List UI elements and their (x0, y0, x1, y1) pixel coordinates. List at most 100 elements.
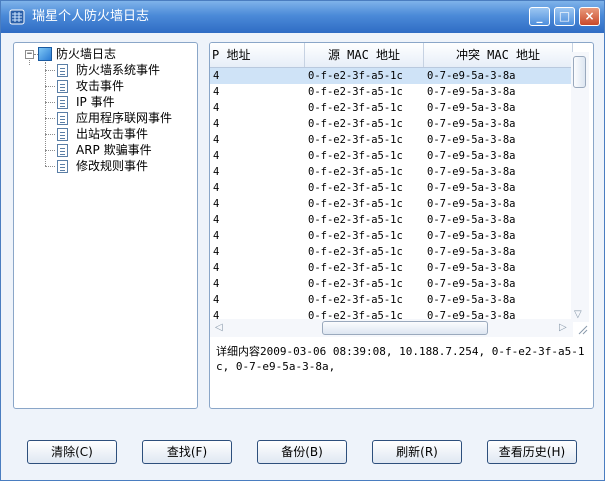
cell-source-mac: 0-f-e2-3f-a5-1c (308, 86, 403, 98)
table-row[interactable]: 4 0-f-e2-3f-a5-1c 0-7-e9-5a-3-8a (210, 228, 573, 244)
close-button[interactable]: × (579, 7, 600, 26)
cell-ip: 4 (213, 70, 220, 82)
cell-source-mac: 0-f-e2-3f-a5-1c (308, 118, 403, 130)
backup-button[interactable]: 备份(B) (257, 440, 347, 464)
scroll-down-arrow-icon[interactable]: ▽ (574, 310, 582, 320)
cell-ip: 4 (213, 214, 220, 226)
clear-button[interactable]: 清除(C) (27, 440, 117, 464)
table-row[interactable]: 4 0-f-e2-3f-a5-1c 0-7-e9-5a-3-8a (210, 180, 573, 196)
cell-ip: 4 (213, 246, 220, 258)
cell-conflict-mac: 0-7-e9-5a-3-8a (427, 214, 516, 226)
tree-item-rule-change-events[interactable]: 修改规则事件 (76, 158, 148, 174)
column-header-ip[interactable]: P 地址 (210, 43, 305, 67)
table-row[interactable]: 4 0-f-e2-3f-a5-1c 0-7-e9-5a-3-8a (210, 308, 573, 319)
cell-conflict-mac: 0-7-e9-5a-3-8a (427, 134, 516, 146)
vertical-scrollbar[interactable]: ▽ (571, 52, 589, 322)
cell-source-mac: 0-f-e2-3f-a5-1c (308, 182, 403, 194)
tree-item-system-events[interactable]: 防火墙系统事件 (76, 62, 160, 78)
find-button[interactable]: 查找(F) (142, 440, 232, 464)
cell-source-mac: 0-f-e2-3f-a5-1c (308, 198, 403, 210)
cell-conflict-mac: 0-7-e9-5a-3-8a (427, 118, 516, 130)
tree-item-outbound-attack-events[interactable]: 出站攻击事件 (76, 126, 148, 142)
table-row[interactable]: 4 0-f-e2-3f-a5-1c 0-7-e9-5a-3-8a (210, 164, 573, 180)
document-icon (57, 128, 68, 141)
horizontal-scrollbar[interactable]: ◁ ▷ (210, 319, 573, 337)
resize-grip-icon[interactable] (576, 323, 588, 335)
window-title: 瑞星个人防火墙日志 (32, 9, 150, 24)
table-row[interactable]: 4 0-f-e2-3f-a5-1c 0-7-e9-5a-3-8a (210, 212, 573, 228)
minimize-button[interactable]: _ (529, 7, 550, 26)
cell-source-mac: 0-f-e2-3f-a5-1c (308, 102, 403, 114)
cell-ip: 4 (213, 310, 220, 319)
document-icon (57, 160, 68, 173)
column-header-source-mac[interactable]: 源 MAC 地址 (305, 43, 424, 67)
cell-ip: 4 (213, 118, 220, 130)
cell-ip: 4 (213, 278, 220, 290)
cell-conflict-mac: 0-7-e9-5a-3-8a (427, 198, 516, 210)
table-row[interactable]: 4 0-f-e2-3f-a5-1c 0-7-e9-5a-3-8a (210, 276, 573, 292)
cell-ip: 4 (213, 294, 220, 306)
firewall-log-window: 瑞星个人防火墙日志 _ □ × − 防火墙日志 防火墙系统事件 攻击事件 IP … (0, 0, 605, 481)
table-row[interactable]: 4 0-f-e2-3f-a5-1c 0-7-e9-5a-3-8a (210, 100, 573, 116)
cell-ip: 4 (213, 86, 220, 98)
table-row[interactable]: 4 0-f-e2-3f-a5-1c 0-7-e9-5a-3-8a (210, 68, 573, 84)
tree-item-ip-events[interactable]: IP 事件 (76, 94, 115, 110)
collapse-toggle[interactable]: − (25, 50, 34, 59)
tree-root-label[interactable]: 防火墙日志 (56, 46, 116, 62)
table-row[interactable]: 4 0-f-e2-3f-a5-1c 0-7-e9-5a-3-8a (210, 244, 573, 260)
cell-source-mac: 0-f-e2-3f-a5-1c (308, 230, 403, 242)
cell-source-mac: 0-f-e2-3f-a5-1c (308, 246, 403, 258)
table-row[interactable]: 4 0-f-e2-3f-a5-1c 0-7-e9-5a-3-8a (210, 116, 573, 132)
cell-conflict-mac: 0-7-e9-5a-3-8a (427, 86, 516, 98)
vertical-scroll-thumb[interactable] (573, 56, 586, 88)
log-category-tree: − 防火墙日志 防火墙系统事件 攻击事件 IP 事件 应用程序联网事件 出站攻击… (13, 42, 198, 409)
scroll-right-arrow-icon[interactable]: ▷ (559, 323, 567, 333)
cell-ip: 4 (213, 262, 220, 274)
cell-ip: 4 (213, 102, 220, 114)
table-row[interactable]: 4 0-f-e2-3f-a5-1c 0-7-e9-5a-3-8a (210, 292, 573, 308)
table-row[interactable]: 4 0-f-e2-3f-a5-1c 0-7-e9-5a-3-8a (210, 148, 573, 164)
document-icon (57, 112, 68, 125)
table-row[interactable]: 4 0-f-e2-3f-a5-1c 0-7-e9-5a-3-8a (210, 260, 573, 276)
cell-conflict-mac: 0-7-e9-5a-3-8a (427, 102, 516, 114)
cell-source-mac: 0-f-e2-3f-a5-1c (308, 214, 403, 226)
table-row[interactable]: 4 0-f-e2-3f-a5-1c 0-7-e9-5a-3-8a (210, 84, 573, 100)
cell-source-mac: 0-f-e2-3f-a5-1c (308, 150, 403, 162)
cell-conflict-mac: 0-7-e9-5a-3-8a (427, 310, 516, 319)
cell-conflict-mac: 0-7-e9-5a-3-8a (427, 230, 516, 242)
table-header: P 地址 源 MAC 地址 冲突 MAC 地址 (210, 43, 573, 68)
view-history-button[interactable]: 查看历史(H) (487, 440, 577, 464)
arp-event-table: 4 0-f-e2-3f-a5-1c 0-7-e9-5a-3-8a 4 0-f-e2-3f… (210, 68, 573, 319)
maximize-button[interactable]: □ (554, 7, 575, 26)
cell-ip: 4 (213, 198, 220, 210)
scroll-left-arrow-icon[interactable]: ◁ (215, 323, 223, 333)
cell-ip: 4 (213, 166, 220, 178)
cell-conflict-mac: 0-7-e9-5a-3-8a (427, 246, 516, 258)
column-header-conflict-mac[interactable]: 冲突 MAC 地址 (424, 43, 573, 67)
cell-source-mac: 0-f-e2-3f-a5-1c (308, 310, 403, 319)
event-detail-text: 详细内容2009-03-06 08:39:08, 10.188.7.254, 0… (216, 345, 585, 373)
cell-source-mac: 0-f-e2-3f-a5-1c (308, 134, 403, 146)
horizontal-scroll-thumb[interactable] (322, 321, 488, 335)
cell-source-mac: 0-f-e2-3f-a5-1c (308, 166, 403, 178)
log-book-icon (38, 47, 52, 61)
title-bar[interactable]: 瑞星个人防火墙日志 _ □ × (1, 1, 604, 33)
document-icon (57, 80, 68, 93)
tree-item-app-network-events[interactable]: 应用程序联网事件 (76, 110, 172, 126)
cell-conflict-mac: 0-7-e9-5a-3-8a (427, 262, 516, 274)
cell-conflict-mac: 0-7-e9-5a-3-8a (427, 278, 516, 290)
cell-source-mac: 0-f-e2-3f-a5-1c (308, 262, 403, 274)
table-row[interactable]: 4 0-f-e2-3f-a5-1c 0-7-e9-5a-3-8a (210, 132, 573, 148)
cell-conflict-mac: 0-7-e9-5a-3-8a (427, 166, 516, 178)
log-detail-panel: P 地址 源 MAC 地址 冲突 MAC 地址 4 0-f-e2-3f-a5-1c… (209, 42, 594, 409)
cell-conflict-mac: 0-7-e9-5a-3-8a (427, 294, 516, 306)
rising-firewall-icon (9, 9, 25, 25)
table-row[interactable]: 4 0-f-e2-3f-a5-1c 0-7-e9-5a-3-8a (210, 196, 573, 212)
tree-item-arp-spoofing-events[interactable]: ARP 欺骗事件 (76, 142, 152, 158)
refresh-button[interactable]: 刷新(R) (372, 440, 462, 464)
tree-item-attack-events[interactable]: 攻击事件 (76, 78, 124, 94)
cell-ip: 4 (213, 182, 220, 194)
document-icon (57, 144, 68, 157)
cell-conflict-mac: 0-7-e9-5a-3-8a (427, 182, 516, 194)
cell-source-mac: 0-f-e2-3f-a5-1c (308, 70, 403, 82)
